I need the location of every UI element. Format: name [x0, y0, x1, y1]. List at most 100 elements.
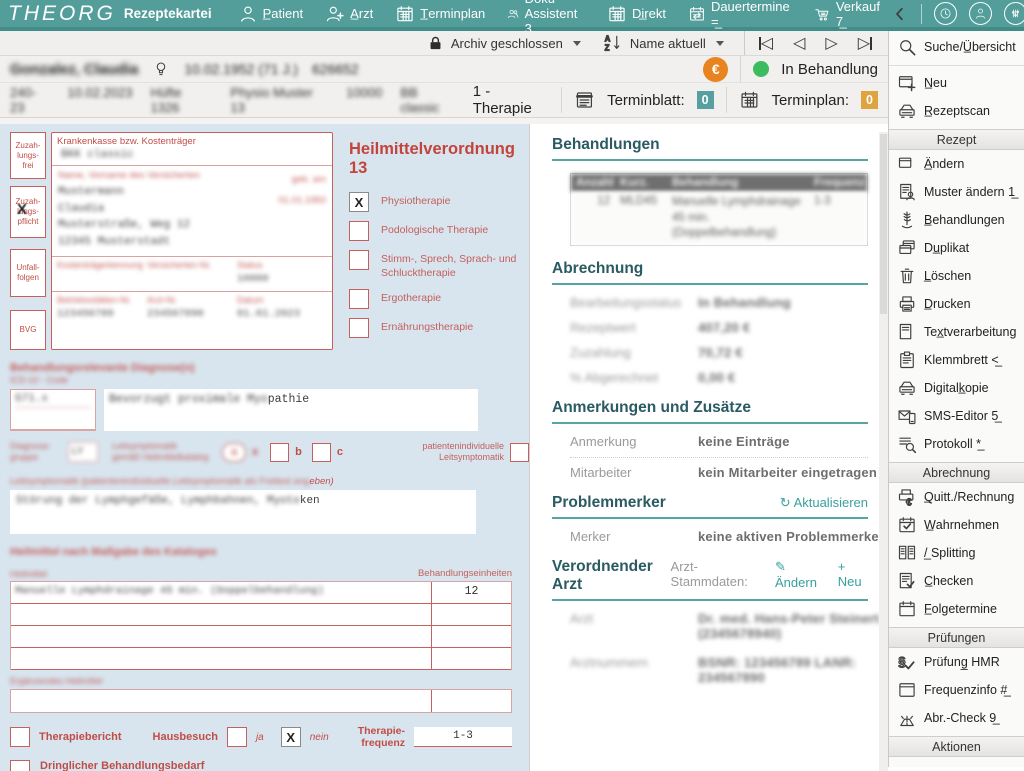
diagnosegruppe-input[interactable]: LY: [68, 442, 98, 462]
leitsymptomatik-a-chip[interactable]: a: [222, 443, 246, 462]
sidebar-item-folgetermine[interactable]: F̲olgetermine: [889, 595, 1024, 623]
heilmittel-row[interactable]: [11, 626, 511, 648]
info-panel: Behandlungen Anzahl Kurz. Behandlung Fre…: [529, 124, 888, 771]
euro-badge[interactable]: €: [703, 57, 728, 82]
menu-terminplan[interactable]: T̲erminplan: [395, 4, 485, 24]
sidebar-item-neu[interactable]: N̲eu: [889, 69, 1024, 97]
next-record-button[interactable]: ▷: [825, 33, 837, 53]
sidebar-item-duplikat[interactable]: Du̲plikat: [889, 234, 1024, 262]
diagnose-input[interactable]: Bevorzugt proximale Myopathie: [104, 389, 478, 431]
heilmittel-row[interactable]: [11, 648, 511, 670]
arzt-aendern-link[interactable]: ✎ Ändern: [775, 559, 824, 590]
hausbesuch-nein-checkbox[interactable]: X: [281, 727, 301, 747]
x-mark: X: [17, 201, 27, 220]
panel-scrollbar[interactable]: [879, 132, 888, 771]
sidebar-item-klemmbrett[interactable]: Klemmbrett <̲: [889, 346, 1024, 374]
therapiefrequenz-input[interactable]: 1-3: [414, 727, 512, 747]
unfallfolgen-box[interactable]: Unfall- folgen: [10, 249, 46, 297]
podologische-checkbox[interactable]: [349, 221, 369, 241]
chevron-left-icon[interactable]: [891, 5, 909, 23]
menu-dauertermine[interactable]: Dauertermine =̲: [688, 0, 792, 29]
heilmittel-cell: Manuelle Lymphdrainage 45 min. (Doppelbe…: [11, 582, 431, 603]
sidebar-item-behandlungen[interactable]: B̲ehandlungen: [889, 206, 1024, 234]
ernaehrung-checkbox[interactable]: [349, 318, 369, 338]
sidebar-item-digitalkopie[interactable]: Digitalk̲opie: [889, 374, 1024, 402]
freitext-input[interactable]: Störung der Lymphgefäße, Lymphbahnen, My…: [10, 490, 476, 534]
sidebar-item-abr-check[interactable]: Abr.-Check 9̲: [889, 704, 1024, 732]
first-record-button[interactable]: ◁: [759, 33, 773, 53]
last-record-button[interactable]: ▷: [858, 33, 872, 53]
ergaenzendes-row[interactable]: [11, 690, 511, 712]
behandlungen-table-row[interactable]: 12 MLD45 Manuelle Lymphdrainage 45 min. …: [571, 192, 867, 245]
icd-code-input[interactable]: G71.x: [10, 389, 96, 431]
menu-direkt[interactable]: Di̲rekt: [607, 4, 666, 24]
abrechnung-header: Abrechnung: [552, 260, 868, 285]
leitsymptomatik-b-checkbox[interactable]: [270, 443, 289, 462]
menu-verkauf[interactable]: Verkauf 7̲: [814, 0, 883, 29]
heilmittel-row[interactable]: [11, 604, 511, 626]
terminblatt-count[interactable]: 0: [697, 91, 714, 109]
menu-patient[interactable]: P̲atient: [238, 4, 303, 24]
clock-button[interactable]: [934, 2, 957, 25]
sidebar-item-quitt-rechnung[interactable]: Q̲uitt./Rechnung: [889, 483, 1024, 511]
therapiefrequenz-label: Therapie- frequenz: [358, 725, 405, 750]
terminplan-count[interactable]: 0: [861, 91, 878, 109]
settings-button[interactable]: [1004, 2, 1024, 25]
sidebar-item-aendern[interactable]: Ä̲ndern: [889, 150, 1024, 178]
behandlungen-table[interactable]: Anzahl Kurz. Behandlung Frequenz 12 MLD4…: [570, 173, 868, 246]
bvg-box[interactable]: BVG: [10, 310, 46, 350]
sidebar-item-wahrnehmen[interactable]: W̲ahrnehmen: [889, 511, 1024, 539]
physiotherapie-checkbox[interactable]: X: [349, 192, 369, 212]
dringlich-label-group: Dringlicher Behandlungsbedarf innerhalb …: [40, 760, 204, 771]
bulb-icon[interactable]: [152, 60, 170, 78]
menu-label: Di̲rekt: [632, 6, 666, 21]
scrollbar-thumb[interactable]: [880, 134, 887, 314]
therapiebericht-checkbox[interactable]: [10, 727, 30, 747]
sort-dropdown[interactable]: Name aktuell: [603, 33, 724, 53]
sidebar-item-checken[interactable]: C̲hecken: [889, 567, 1024, 595]
previous-record-button[interactable]: ◁: [793, 33, 805, 53]
sidebar-item-drucken[interactable]: D̲rucken: [889, 290, 1024, 318]
heilmittel-row[interactable]: Manuelle Lymphdrainage 45 min. (Doppelbe…: [11, 582, 511, 604]
sidebar-item-loeschen[interactable]: L̲öschen: [889, 262, 1024, 290]
sidebar-item-frequenzinfo[interactable]: Frequenzinfo #̲: [889, 676, 1024, 704]
sidebar-item-protokoll[interactable]: Protokoll *̲: [889, 430, 1024, 458]
zuzahlungsfrei-label: Zuzah- lungs- frei: [16, 141, 41, 171]
menu-arzt[interactable]: A̲rzt: [325, 4, 373, 24]
aktualisieren-link[interactable]: ↻ Aktualisieren: [780, 495, 868, 511]
archiv-dropdown[interactable]: Archiv geschlossen: [427, 35, 581, 52]
icd-label: ICD-10 - Code: [10, 375, 529, 385]
sidebar-item-sms-editor[interactable]: SMS-Editor 5̲: [889, 402, 1024, 430]
patient-id: 626652: [312, 61, 359, 77]
hausbesuch-ja-checkbox[interactable]: [227, 727, 247, 747]
sidebar-item-label: Ä̲ndern: [924, 157, 964, 171]
sidebar-item-rezeptscan[interactable]: R̲ezeptscan: [889, 97, 1024, 125]
dringlich-label: Dringlicher Behandlungsbedarf: [40, 760, 204, 771]
sidebar-item-label: R̲ezeptscan: [924, 104, 990, 118]
list-search-icon: [897, 434, 917, 454]
ergotherapie-checkbox[interactable]: [349, 289, 369, 309]
patientenindividuell-checkbox[interactable]: [510, 443, 529, 462]
ergaenzendes-label: Ergänzendes Heilmittel: [10, 676, 529, 686]
person-icon: [974, 7, 987, 20]
kostentraeger-value: [57, 273, 147, 285]
leitsymptomatik-c-checkbox[interactable]: [312, 443, 331, 462]
sidebar-item-pruefung-hmr[interactable]: Prüfung̲ HMR: [889, 648, 1024, 676]
zuzahlungsfrei-box[interactable]: Zuzah- lungs- frei: [10, 132, 46, 179]
arzt-neu-link[interactable]: + Neu: [838, 559, 868, 589]
zuzahlungspflicht-box[interactable]: Zuzah- lungs- pflichtX: [10, 186, 46, 238]
sidebar-item-suche[interactable]: Suche/Ü̲bersicht: [889, 31, 1024, 63]
krankenkasse-label: Krankenkasse bzw. Kostenträger: [57, 136, 327, 147]
stimm-sprech-checkbox[interactable]: [349, 250, 369, 270]
dringlich-checkbox[interactable]: [10, 760, 30, 771]
user-button[interactable]: [969, 2, 992, 25]
sidebar-item-splitting[interactable]: /̲ Splitting: [889, 539, 1024, 567]
sidebar-item-label: C̲hecken: [924, 574, 973, 588]
problemmerker-header: Problemmerker ↻ Aktualisieren: [552, 494, 868, 519]
sidebar-item-textverarbeitung[interactable]: Tex̲tverarbeitung: [889, 318, 1024, 346]
sidebar-item-muster-aendern[interactable]: Muster ändern 1̲: [889, 178, 1024, 206]
patient-chip: BB classic: [400, 85, 458, 115]
arzt-stammdaten-label: Arzt-Stammdaten:: [671, 559, 761, 589]
arztnummern-row: ArztnummernBSNR: 123456789 LANR: 2345678…: [570, 655, 886, 685]
sidebar-item-label: F̲olgetermine: [924, 602, 997, 616]
